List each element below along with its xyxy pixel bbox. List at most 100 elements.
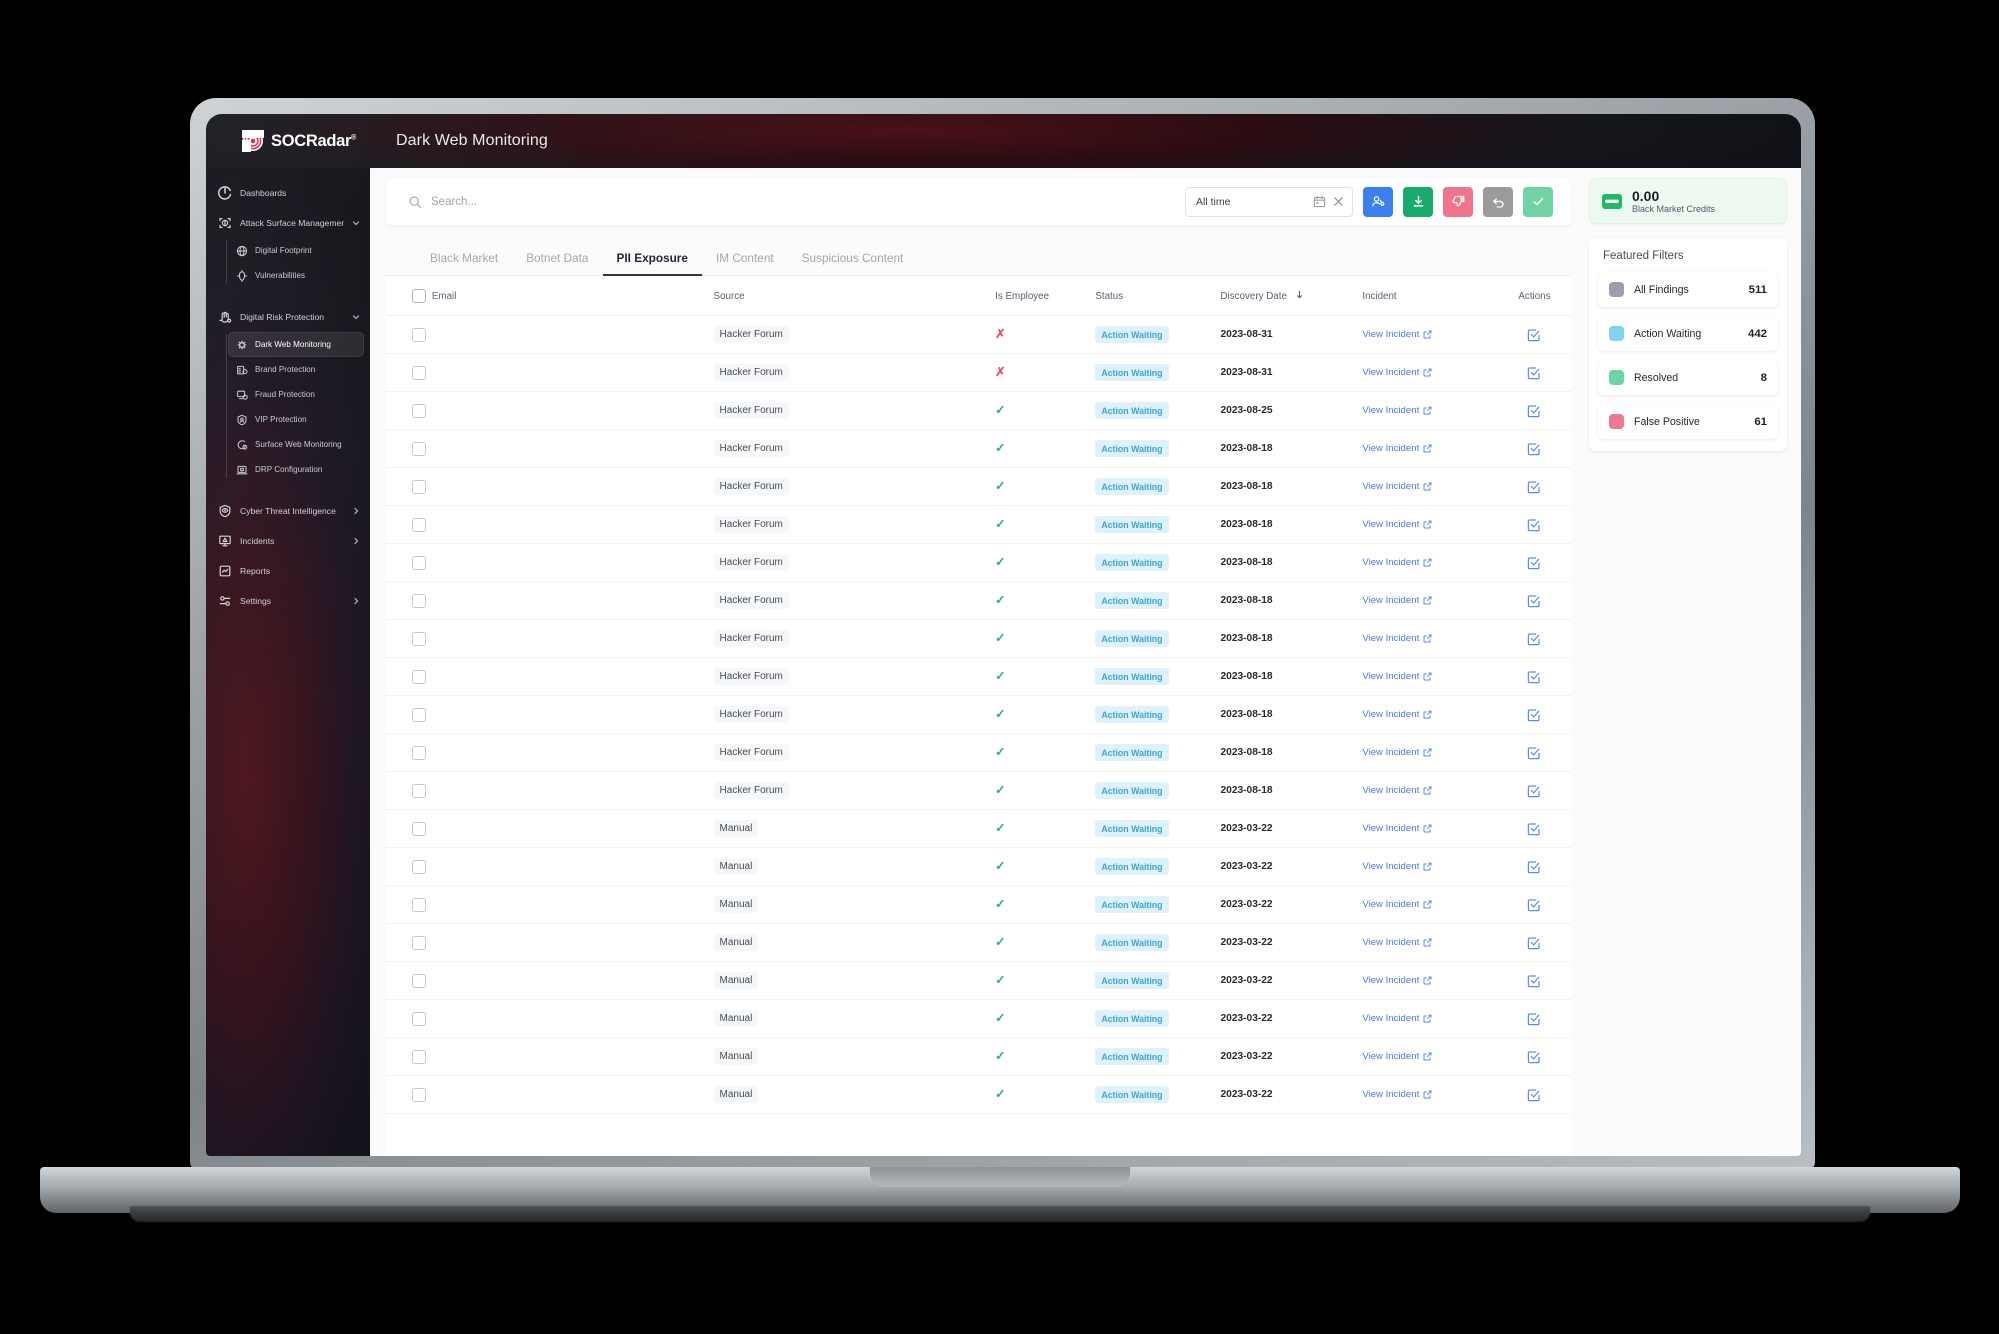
row-checkbox[interactable] [412,783,426,798]
edit-finding-icon[interactable] [1498,556,1571,570]
table-row[interactable]: Hacker Forum ✓ Action Waiting 2023-08-18 Vie… [386,771,1571,810]
search-bar[interactable] [408,195,1175,209]
column-header-discovery-date[interactable]: Discovery Date [1220,276,1363,316]
row-checkbox[interactable] [412,821,426,836]
view-incident-link[interactable]: View Incident [1362,747,1432,758]
edit-finding-icon[interactable] [1498,632,1571,646]
row-checkbox[interactable] [412,1011,426,1026]
edit-finding-icon[interactable] [1498,708,1571,722]
row-checkbox[interactable] [412,517,426,532]
view-incident-link[interactable]: View Incident [1362,671,1432,682]
view-incident-link[interactable]: View Incident [1362,481,1432,492]
edit-finding-icon[interactable] [1498,936,1571,950]
table-row[interactable]: Hacker Forum ✗ Action Waiting 2023-08-31 Vie… [386,353,1571,392]
table-row[interactable]: Manual ✓ Action Waiting 2023-03-22 View Inci… [386,847,1571,886]
edit-finding-icon[interactable] [1498,822,1571,836]
edit-finding-icon[interactable] [1498,746,1571,760]
view-incident-link[interactable]: View Incident [1362,595,1432,606]
view-incident-link[interactable]: View Incident [1362,367,1432,378]
clear-date-icon[interactable] [1332,195,1345,208]
view-incident-link[interactable]: View Incident [1362,633,1432,644]
black-market-credits-card[interactable]: 0.00 Black Market Credits [1589,178,1787,225]
sidebar-item-vip-protection[interactable]: VIP Protection [228,407,364,432]
table-row[interactable]: Hacker Forum ✓ Action Waiting 2023-08-18 Vie… [386,429,1571,468]
table-row[interactable]: Hacker Forum ✓ Action Waiting 2023-08-18 Vie… [386,543,1571,582]
date-range-filter[interactable]: All time [1185,186,1353,217]
sidebar-item-dashboards[interactable]: Dashboards [206,178,370,208]
row-checkbox[interactable] [412,441,426,456]
table-row[interactable]: Hacker Forum ✓ Action Waiting 2023-08-18 Vie… [386,695,1571,734]
row-checkbox[interactable] [412,669,426,684]
assign-button[interactable] [1363,186,1393,217]
view-incident-link[interactable]: View Incident [1362,329,1432,340]
view-incident-link[interactable]: View Incident [1362,405,1432,416]
edit-finding-icon[interactable] [1498,860,1571,874]
view-incident-link[interactable]: View Incident [1362,823,1432,834]
column-header-is-employee[interactable]: Is Employee [995,276,1096,316]
edit-finding-icon[interactable] [1498,974,1571,988]
filter-all-findings[interactable]: All Findings 511 [1598,272,1778,308]
sidebar-item-attack-surface-management[interactable]: Attack Surface Management [206,208,370,238]
table-row[interactable]: Hacker Forum ✓ Action Waiting 2023-08-18 Vie… [386,467,1571,506]
edit-finding-icon[interactable] [1498,518,1571,532]
calendar-icon[interactable] [1313,195,1326,208]
table-row[interactable]: Hacker Forum ✓ Action Waiting 2023-08-18 Vie… [386,619,1571,658]
edit-finding-icon[interactable] [1498,1012,1571,1026]
select-all-checkbox[interactable] [412,289,426,303]
tab-suspicious-content[interactable]: Suspicious Content [788,251,918,276]
view-incident-link[interactable]: View Incident [1362,975,1432,986]
filter-false-positive[interactable]: False Positive 61 [1598,404,1778,440]
view-incident-link[interactable]: View Incident [1362,443,1432,454]
view-incident-link[interactable]: View Incident [1362,785,1432,796]
false-positive-button[interactable] [1443,186,1473,217]
table-row[interactable]: Manual ✓ Action Waiting 2023-03-22 View Inci… [386,1037,1571,1076]
view-incident-link[interactable]: View Incident [1362,519,1432,530]
view-incident-link[interactable]: View Incident [1362,709,1432,720]
row-checkbox[interactable] [412,897,426,912]
edit-finding-icon[interactable] [1498,404,1571,418]
view-incident-link[interactable]: View Incident [1362,861,1432,872]
brand-logo[interactable]: SOCRadar® [206,130,370,152]
resolve-button[interactable] [1523,186,1553,217]
table-row[interactable]: Manual ✓ Action Waiting 2023-03-22 View Inci… [386,1075,1571,1114]
table-row[interactable]: Hacker Forum ✓ Action Waiting 2023-08-18 Vie… [386,657,1571,696]
row-checkbox[interactable] [412,403,426,418]
filter-action-waiting[interactable]: Action Waiting 442 [1598,316,1778,352]
tab-botnet-data[interactable]: Botnet Data [512,251,602,276]
edit-finding-icon[interactable] [1498,784,1571,798]
edit-finding-icon[interactable] [1498,1088,1571,1102]
view-incident-link[interactable]: View Incident [1362,1051,1432,1062]
edit-finding-icon[interactable] [1498,366,1571,380]
column-header-email[interactable]: Email [431,276,714,316]
row-checkbox[interactable] [412,555,426,570]
sidebar-item-dark-web-monitoring[interactable]: Dark Web Monitoring [228,332,364,357]
table-row[interactable]: Manual ✓ Action Waiting 2023-03-22 View Inci… [386,885,1571,924]
edit-finding-icon[interactable] [1498,594,1571,608]
sidebar-item-digital-footprint[interactable]: Digital Footprint [228,238,364,263]
edit-finding-icon[interactable] [1498,480,1571,494]
tab-im-content[interactable]: IM Content [702,251,788,276]
row-checkbox[interactable] [412,745,426,760]
search-input[interactable] [431,195,1175,208]
table-row[interactable]: Manual ✓ Action Waiting 2023-03-22 View Inci… [386,923,1571,962]
tab-pii-exposure[interactable]: PII Exposure [602,251,702,276]
row-checkbox[interactable] [412,327,426,342]
view-incident-link[interactable]: View Incident [1362,899,1432,910]
edit-finding-icon[interactable] [1498,1050,1571,1064]
tab-black-market[interactable]: Black Market [416,251,512,276]
table-row[interactable]: Hacker Forum ✗ Action Waiting 2023-08-31 Vie… [386,315,1571,354]
edit-finding-icon[interactable] [1498,898,1571,912]
row-checkbox[interactable] [412,365,426,380]
view-incident-link[interactable]: View Incident [1362,937,1432,948]
row-checkbox[interactable] [412,1087,426,1102]
view-incident-link[interactable]: View Incident [1362,1089,1432,1100]
table-row[interactable]: Hacker Forum ✓ Action Waiting 2023-08-25 Vie… [386,391,1571,430]
sidebar-item-brand-protection[interactable]: Brand Protection [228,357,364,382]
edit-finding-icon[interactable] [1498,442,1571,456]
column-header-actions[interactable]: Actions [1497,276,1571,316]
row-checkbox[interactable] [412,707,426,722]
row-checkbox[interactable] [412,593,426,608]
sidebar-item-cyber-threat-intelligence[interactable]: Cyber Threat Intelligence [206,496,370,526]
sidebar-item-fraud-protection[interactable]: Fraud Protection [228,382,364,407]
column-header-incident[interactable]: Incident [1362,276,1498,316]
